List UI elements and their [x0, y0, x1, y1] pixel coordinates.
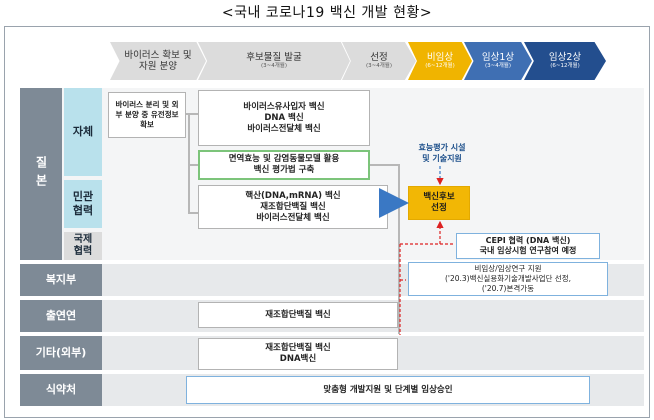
- arrow-overlay: [379, 166, 454, 335]
